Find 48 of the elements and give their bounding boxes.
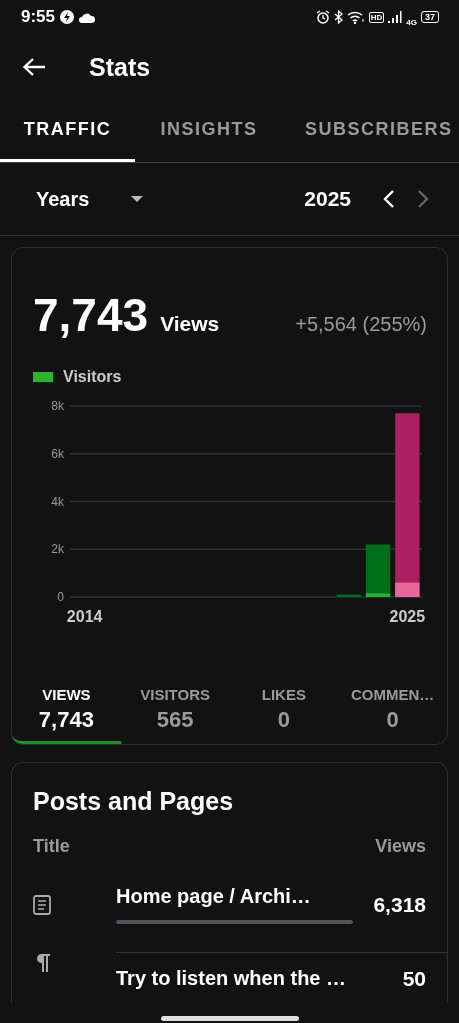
battery-level: 37 — [421, 11, 439, 23]
cloud-icon — [79, 11, 96, 23]
wifi-icon — [346, 10, 365, 24]
tab[interactable]: INSIGHTS — [135, 100, 283, 162]
column-header: Views — [375, 836, 426, 857]
section-title: Posts and Pages — [32, 786, 235, 816]
axis-label: 0 — [57, 590, 64, 604]
tab[interactable]: TRAFFIC — [0, 100, 135, 162]
bolt-icon — [60, 10, 75, 24]
post-row[interactable]: Home page / Archi… 6,318 — [12, 857, 447, 953]
metric-tab[interactable]: LIKES 0 — [229, 686, 339, 744]
post-title: Try to listen when the … — [116, 967, 348, 990]
back-arrow-icon[interactable] — [22, 57, 46, 77]
signal-icon — [388, 11, 403, 23]
axis-label: 6k — [51, 446, 64, 461]
views-change: +5,564 (255%) — [295, 313, 427, 336]
tab[interactable]: SUBSCRIBERS — [283, 100, 453, 162]
page-icon — [33, 895, 51, 915]
metric-tab[interactable]: VIEWS 7,743 — [12, 686, 121, 744]
period-value: 2025 — [304, 187, 351, 211]
chart-bar[interactable] — [365, 593, 391, 597]
metric-tab[interactable]: VISITORS 565 — [120, 686, 230, 744]
network-type: 4G — [406, 17, 417, 27]
axis-label: 2k — [51, 542, 64, 557]
total-views: 7,743 — [33, 288, 149, 342]
dropdown-caret-icon — [131, 196, 144, 202]
home-indicator[interactable] — [160, 1015, 299, 1021]
legend-swatch — [33, 372, 53, 382]
post-title: Home page / Archi… — [116, 885, 312, 908]
post-row[interactable]: Try to listen when the … 50 — [12, 953, 447, 1003]
hd-badge: HD — [368, 11, 385, 23]
axis-label: 2025 — [389, 608, 426, 625]
axis-label: 2014 — [66, 608, 103, 625]
axis-label: 8k — [51, 399, 64, 413]
metric-tab[interactable]: COMMEN… 0 — [338, 686, 447, 744]
post-views: 50 — [402, 967, 426, 991]
chevron-right-icon — [417, 189, 429, 209]
alarm-icon — [315, 10, 330, 24]
status-time: 9:55 — [21, 7, 56, 27]
chevron-left-icon — [383, 189, 395, 209]
legend-label: Visitors — [63, 368, 122, 386]
bluetooth-icon — [333, 10, 343, 24]
views-label: Views — [160, 312, 220, 336]
screen-title: Stats — [89, 52, 151, 82]
post-views: 6,318 — [373, 892, 426, 917]
period-dropdown[interactable]: Years — [36, 187, 144, 211]
column-header: Title — [33, 836, 70, 857]
axis-label: 4k — [51, 494, 64, 509]
